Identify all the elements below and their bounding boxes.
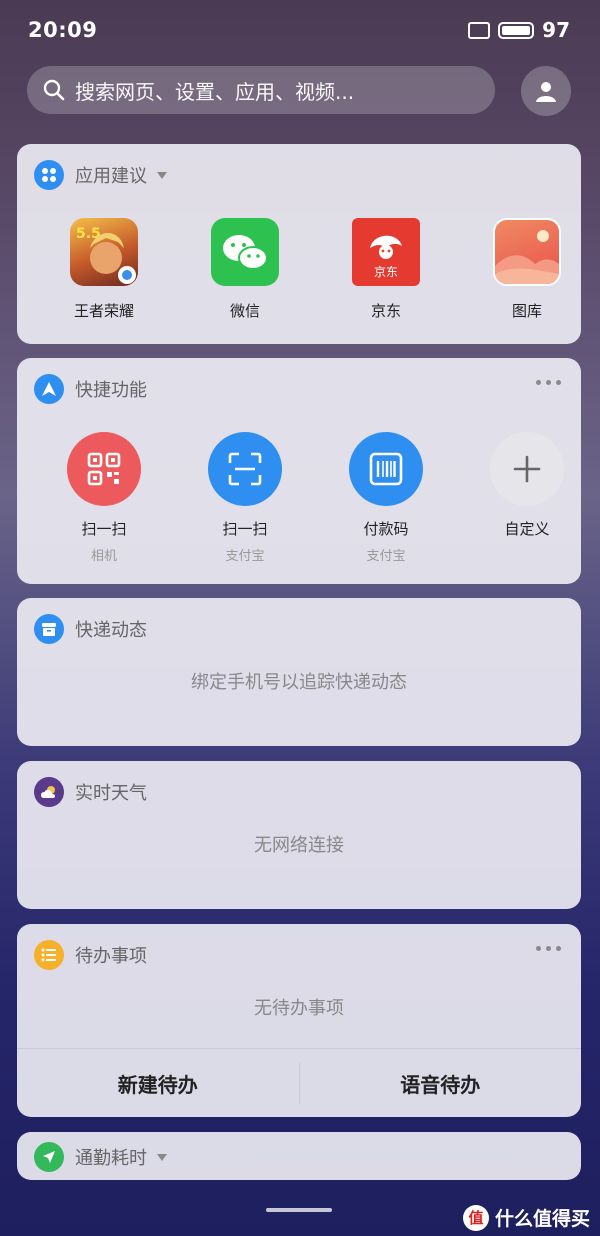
svg-text:京东: 京东: [374, 265, 398, 279]
qr-code-icon: [67, 432, 141, 506]
voice-todo-button[interactable]: 语音待办: [300, 1049, 582, 1117]
todo-header: 待办事项: [34, 940, 147, 970]
shortcut-label: 扫一扫: [222, 520, 268, 538]
todo-card: 待办事项 无待办事项 新建待办 语音待办: [17, 924, 581, 1117]
battery-level: 97: [542, 18, 570, 42]
shortcuts-title: 快捷功能: [75, 380, 147, 401]
todo-actions: 新建待办 语音待办: [17, 1048, 581, 1117]
search-bar[interactable]: 搜索网页、设置、应用、视频...: [27, 66, 495, 114]
shortcut-label: 付款码: [363, 520, 409, 538]
shortcut-sublabel: 支付宝: [225, 549, 265, 564]
express-header: 快递动态: [34, 614, 147, 644]
weather-title: 实时天气: [75, 783, 147, 804]
weather-card[interactable]: 实时天气 无网络连接: [17, 761, 581, 909]
todo-title: 待办事项: [75, 946, 147, 967]
search-icon: [43, 79, 65, 101]
gallery-icon: [493, 218, 561, 286]
app-suggestions-card: 应用建议 5.5 王者荣耀 微信 京东 京东 图库: [17, 144, 581, 344]
wechat-icon: [211, 218, 279, 286]
shortcut-arrow-icon: [34, 374, 64, 404]
chevron-down-icon: [157, 171, 167, 179]
navigation-arrow-icon: [34, 1142, 64, 1172]
express-card[interactable]: 快递动态 绑定手机号以追踪快递动态: [17, 598, 581, 746]
todo-message: 无待办事项: [254, 998, 344, 1019]
apps-grid-icon: [34, 160, 64, 190]
shortcut-customize[interactable]: 自定义: [467, 432, 581, 539]
battery-icon: [498, 21, 535, 39]
weather-header: 实时天气: [34, 777, 147, 807]
watermark-logo: 值: [462, 1204, 489, 1231]
shortcut-scan-camera[interactable]: 扫一扫 相机: [44, 432, 164, 564]
sim-card-icon: [468, 21, 491, 39]
watermark: 值 什么值得买: [462, 1204, 590, 1231]
home-indicator[interactable]: [266, 1208, 332, 1212]
shortcut-label: 扫一扫: [81, 520, 127, 538]
status-time: 20:09: [28, 18, 98, 42]
new-todo-button[interactable]: 新建待办: [17, 1049, 299, 1117]
app-label: 图库: [511, 302, 542, 320]
status-icons: 97: [468, 18, 570, 42]
express-message[interactable]: 绑定手机号以追踪快递动态: [17, 668, 581, 694]
chevron-down-icon: [157, 1153, 167, 1161]
app-item-wechat[interactable]: 微信: [185, 218, 305, 321]
commute-card[interactable]: 通勤耗时: [17, 1132, 581, 1180]
app-suggestions-title: 应用建议: [75, 166, 147, 187]
app-label: 微信: [229, 302, 260, 320]
weather-message: 无网络连接: [254, 835, 344, 856]
plus-icon: [490, 432, 564, 506]
barcode-icon: [349, 432, 423, 506]
app-label: 京东: [370, 302, 401, 320]
shortcuts-card: 快捷功能 扫一扫 相机 扫一扫 支付宝 付款码 支付宝 自定义: [17, 358, 581, 584]
app-suggestions-header[interactable]: 应用建议: [34, 160, 167, 190]
app-label: 王者荣耀: [73, 302, 134, 320]
app-item-honor-of-kings[interactable]: 5.5 王者荣耀: [44, 218, 164, 321]
user-avatar-button[interactable]: [521, 66, 571, 116]
more-options-icon[interactable]: [536, 380, 561, 385]
list-icon: [34, 940, 64, 970]
status-bar: 20:09 97: [0, 0, 600, 62]
shortcut-label: 自定义: [504, 520, 550, 538]
commute-title: 通勤耗时: [75, 1148, 147, 1169]
commute-header[interactable]: 通勤耗时: [34, 1142, 167, 1172]
app-item-gallery[interactable]: 图库: [467, 218, 581, 321]
shortcut-sublabel: 支付宝: [366, 549, 406, 564]
more-options-icon[interactable]: [536, 946, 561, 951]
watermark-text: 什么值得买: [494, 1208, 590, 1230]
game-honor-of-kings-icon: 5.5: [70, 218, 138, 286]
shortcut-pay-code[interactable]: 付款码 支付宝: [326, 432, 446, 564]
scan-icon: [208, 432, 282, 506]
shortcut-scan-alipay[interactable]: 扫一扫 支付宝: [185, 432, 305, 564]
user-icon: [536, 82, 556, 102]
weather-cloud-icon: [34, 777, 64, 807]
shortcuts-header: 快捷功能: [34, 374, 147, 404]
app-item-jd[interactable]: 京东 京东: [326, 218, 446, 321]
package-icon: [34, 614, 64, 644]
express-title: 快递动态: [75, 620, 147, 641]
search-placeholder: 搜索网页、设置、应用、视频...: [75, 79, 355, 104]
jd-icon: 京东: [352, 218, 420, 286]
shortcut-sublabel: 相机: [90, 549, 117, 564]
